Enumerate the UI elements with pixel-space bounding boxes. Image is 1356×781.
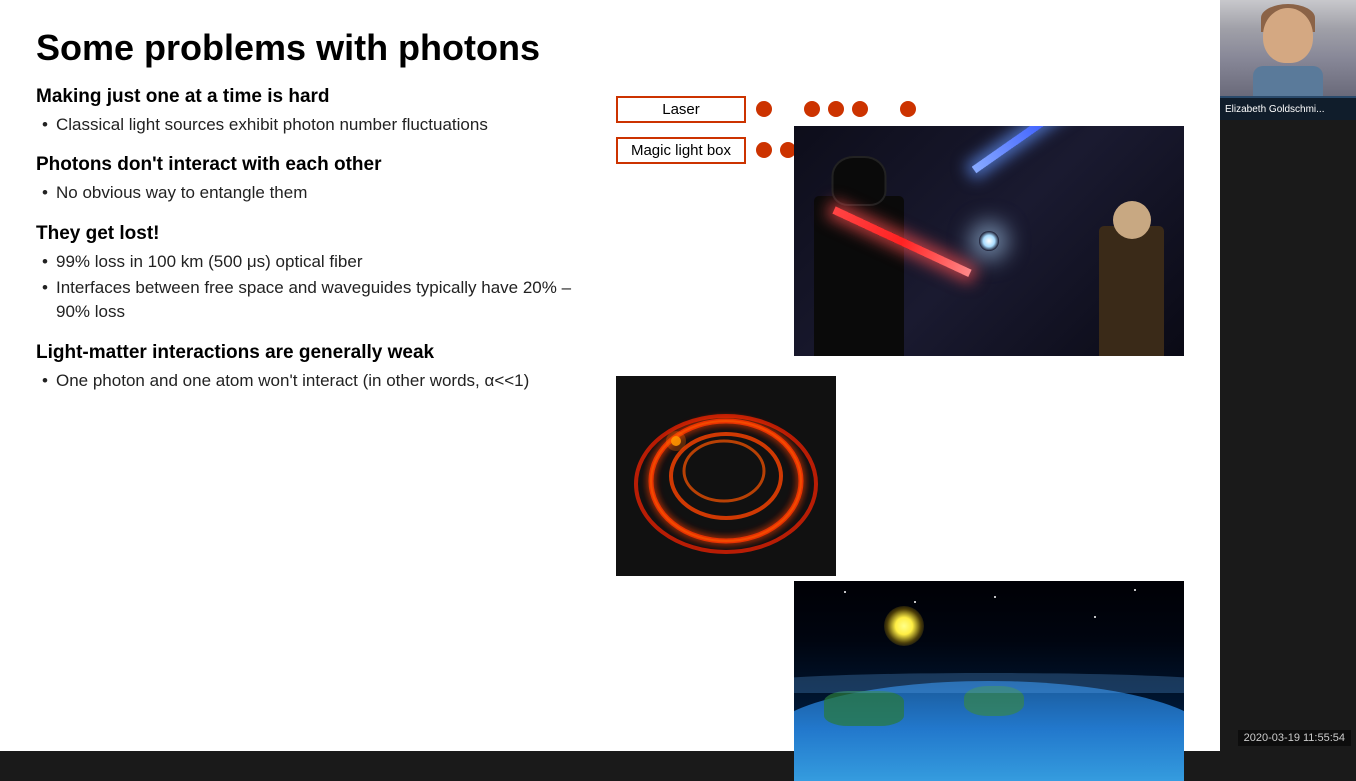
magic-dot-1: [756, 142, 772, 158]
person-face: [1263, 8, 1313, 63]
section-interact: Photons don't interact with each other N…: [36, 154, 596, 205]
section-one-photon: Making just one at a time is hard Classi…: [36, 86, 596, 137]
sun: [884, 606, 924, 646]
section-heading-2: Photons don't interact with each other: [36, 154, 596, 176]
laser-dot-2: [804, 101, 820, 117]
bullet-3-2: Interfaces between free space and wavegu…: [36, 276, 596, 324]
slide-content: Making just one at a time is hard Classi…: [36, 86, 1184, 719]
lightsaber-image: [794, 126, 1184, 356]
bullet-4-1: One photon and one atom won't interact (…: [36, 369, 596, 393]
right-column: Laser Magic light box: [616, 86, 1184, 719]
person-body: [1253, 66, 1323, 96]
laser-dot-1: [756, 101, 772, 117]
atmosphere: [794, 673, 1184, 693]
laser-row: Laser: [616, 96, 1184, 123]
laser-dot-spacer2: [876, 101, 892, 117]
obi-wan-figure: [1099, 226, 1164, 356]
bullet-1-1: Classical light sources exhibit photon n…: [36, 113, 596, 137]
laser-label: Laser: [616, 96, 746, 123]
slide-title: Some problems with photons: [36, 28, 1184, 68]
section-light-matter: Light-matter interactions are generally …: [36, 342, 596, 393]
section-heading-3: They get lost!: [36, 223, 596, 245]
bullet-2-1: No obvious way to entangle them: [36, 181, 596, 205]
laser-dots: [756, 101, 916, 117]
webcam-container: Elizabeth Goldschmi...: [1220, 0, 1356, 120]
section-heading-1: Making just one at a time is hard: [36, 86, 596, 108]
webcam-person: [1220, 0, 1356, 96]
fiber-image: [616, 376, 836, 576]
section-lost: They get lost! 99% loss in 100 km (500 μ…: [36, 223, 596, 323]
lightsaber-clash: [979, 231, 999, 251]
fiber-svg: [616, 376, 836, 576]
magic-label: Magic light box: [616, 137, 746, 164]
left-column: Making just one at a time is hard Classi…: [36, 86, 616, 719]
webcam-label: Elizabeth Goldschmi...: [1220, 98, 1356, 120]
bullet-3-1: 99% loss in 100 km (500 μs) optical fibe…: [36, 250, 596, 274]
laser-dot-5: [900, 101, 916, 117]
webcam-name: Elizabeth Goldschmi...: [1225, 104, 1325, 115]
laser-dot-spacer: [780, 101, 796, 117]
laser-dot-3: [828, 101, 844, 117]
slide-container: Some problems with photons Making just o…: [0, 0, 1220, 751]
section-heading-4: Light-matter interactions are generally …: [36, 342, 596, 364]
earth-surface: [794, 681, 1184, 781]
timestamp: 2020-03-19 11:55:54: [1238, 730, 1351, 746]
laser-dot-4: [852, 101, 868, 117]
